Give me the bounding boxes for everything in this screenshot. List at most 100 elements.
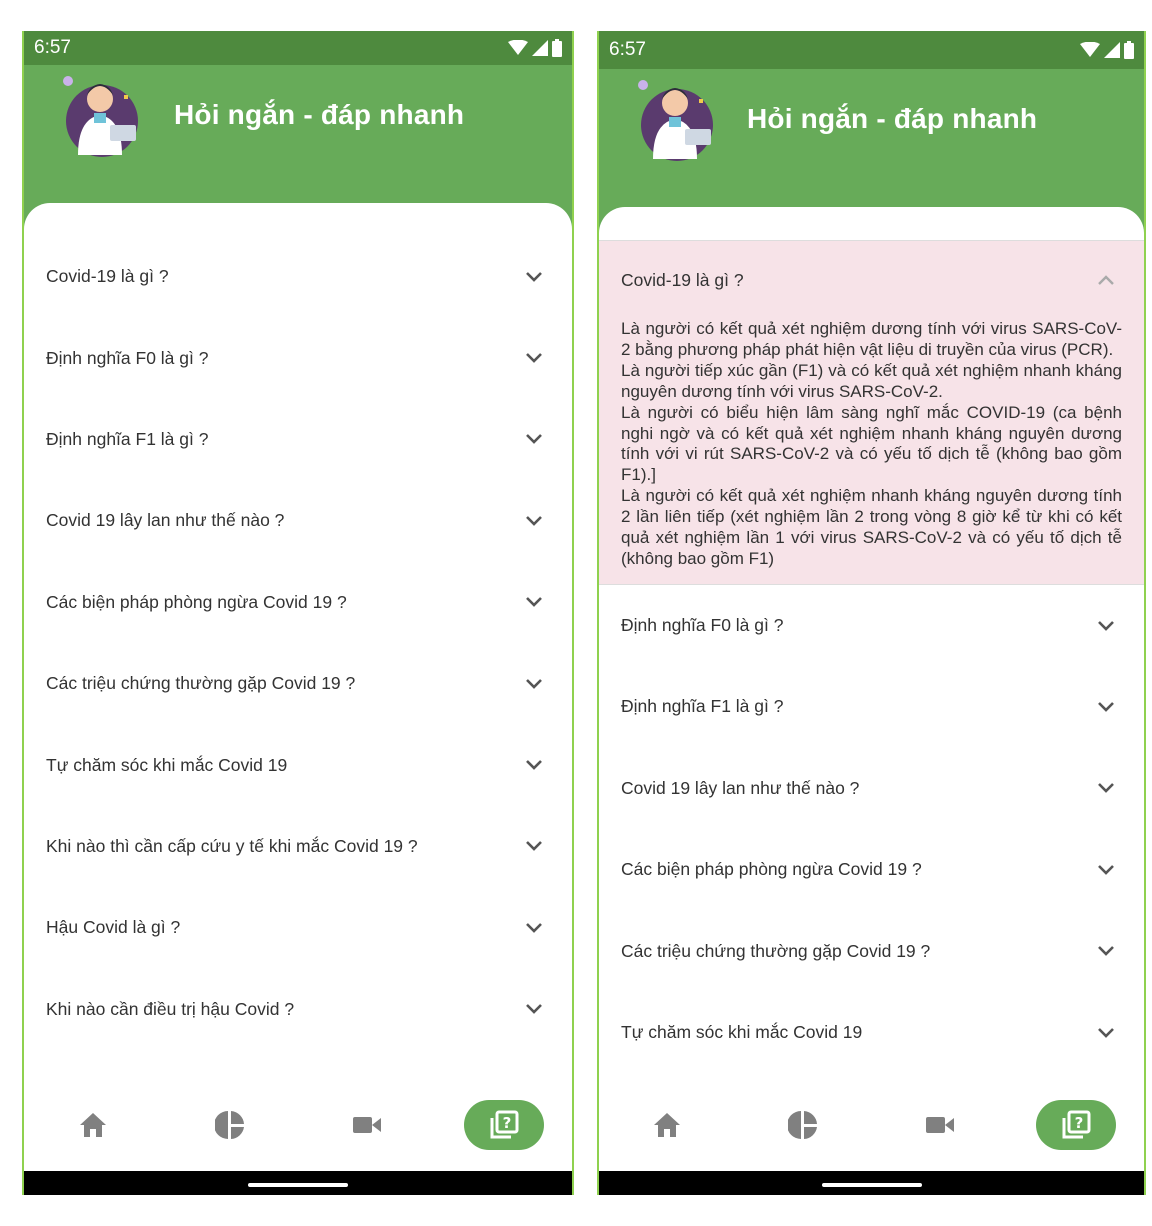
faq-answer: Là người có kết quả xét nghiệm dương tín… [599, 319, 1144, 584]
faq-question: Định nghĩa F1 là gì ? [621, 696, 784, 717]
chevron-up-icon [1098, 275, 1114, 285]
battery-icon [1124, 41, 1134, 59]
chevron-down-icon [526, 1004, 542, 1015]
faq-item[interactable]: Hậu Covid là gì ? [24, 887, 572, 968]
faq-question: Các biện pháp phòng ngừa Covid 19 ? [46, 591, 347, 612]
faq-question: Hậu Covid là gì ? [46, 917, 181, 938]
faq-question: Covid-19 là gì ? [46, 266, 169, 287]
faq-item[interactable]: Covid 19 lây lan như thế nào ? [599, 748, 1144, 829]
faq-panel: Covid-19 là gì ? Định nghĩa F0 là gì ? Đ… [24, 203, 572, 1171]
faq-item[interactable]: Định nghĩa F0 là gì ? [24, 317, 572, 398]
bottom-nav: ? [24, 1079, 572, 1171]
chevron-down-icon [1098, 1027, 1114, 1038]
gesture-bar [24, 1171, 572, 1195]
chevron-down-icon [526, 353, 542, 363]
nav-video-button[interactable] [327, 1100, 407, 1150]
faq-item[interactable]: Tự chăm sóc khi mắc Covid 19 [599, 992, 1144, 1073]
home-indicator[interactable] [248, 1183, 348, 1187]
signal-icon [532, 40, 548, 56]
home-icon [654, 1113, 681, 1137]
chevron-down-icon [526, 841, 542, 852]
battery-icon [552, 39, 562, 57]
faq-item[interactable]: Các triệu chứng thường gặp Covid 19 ? [599, 910, 1144, 991]
nav-home-button[interactable] [627, 1100, 707, 1150]
status-time: 6:57 [609, 39, 646, 60]
question-cards-icon: ? [1062, 1110, 1091, 1139]
faq-item[interactable]: Định nghĩa F1 là gì ? [24, 399, 572, 480]
chevron-down-icon [526, 434, 542, 445]
faq-item[interactable]: Các biện pháp phòng ngừa Covid 19 ? [599, 829, 1144, 910]
video-camera-icon [352, 1117, 381, 1133]
faq-question: Tự chăm sóc khi mắc Covid 19 [621, 1022, 863, 1043]
chevron-down-icon [526, 597, 542, 608]
faq-question: Khi nào cần điều trị hậu Covid ? [46, 998, 295, 1019]
faq-question: Covid-19 là gì ? [621, 269, 744, 290]
faq-list: Covid-19 là gì ? Là người có kết quả xét… [599, 240, 1144, 1073]
nav-video-button[interactable] [900, 1100, 980, 1150]
faq-item[interactable]: Định nghĩa F0 là gì ? [599, 585, 1144, 666]
faq-question: Định nghĩa F0 là gì ? [46, 347, 209, 368]
gesture-bar [599, 1171, 1144, 1195]
faq-item[interactable]: Tự chăm sóc khi mắc Covid 19 [24, 724, 572, 805]
faq-item[interactable]: Khi nào thì cần cấp cứu y tế khi mắc Cov… [24, 806, 572, 887]
faq-panel: Covid-19 là gì ? Là người có kết quả xét… [599, 207, 1144, 1171]
answer-paragraph: Là người có biểu hiện lâm sàng nghĩ mắc … [621, 402, 1122, 485]
faq-question: Covid 19 lây lan như thế nào ? [46, 510, 285, 531]
doctor-avatar-icon [63, 76, 138, 157]
faq-item-expanded: Covid-19 là gì ? Là người có kết quả xét… [599, 240, 1144, 585]
answer-paragraph: Là người có kết quả xét nghiệm nhanh khá… [621, 486, 1122, 568]
nav-faq-button[interactable]: ? [463, 1100, 544, 1150]
faq-item[interactable]: Khi nào cần điều trị hậu Covid ? [24, 969, 572, 1050]
chevron-down-icon [1098, 620, 1114, 631]
status-time: 6:57 [34, 37, 71, 58]
answer-paragraph: Là người có kết quả xét nghiệm dương tín… [621, 319, 1122, 359]
page-title: Hỏi ngắn - đáp nhanh [747, 103, 1038, 134]
faq-item[interactable]: Covid 19 lây lan như thế nào ? [24, 480, 572, 561]
video-camera-icon [925, 1117, 954, 1133]
home-indicator[interactable] [821, 1183, 922, 1187]
nav-stats-button[interactable] [763, 1100, 843, 1150]
pie-chart-icon [788, 1111, 818, 1139]
chevron-down-icon [1098, 946, 1114, 956]
chevron-down-icon [1098, 783, 1114, 794]
chevron-down-icon [1098, 864, 1114, 875]
faq-item[interactable]: Định nghĩa F1 là gì ? [599, 666, 1144, 747]
wifi-icon [1080, 42, 1100, 57]
nav-faq-button[interactable]: ? [1035, 1100, 1116, 1150]
pie-chart-icon [214, 1111, 244, 1139]
faq-question: Các biện pháp phòng ngừa Covid 19 ? [621, 859, 922, 880]
nav-stats-button[interactable] [190, 1100, 270, 1150]
phone-screen-left: 6:57 Hỏi ngắn - đáp nhanh Covid-19 là gì… [22, 31, 574, 1195]
svg-text:?: ? [502, 1114, 511, 1132]
nav-home-button[interactable] [53, 1100, 133, 1150]
faq-list: Covid-19 là gì ? Định nghĩa F0 là gì ? Đ… [24, 236, 572, 1050]
chevron-down-icon [526, 515, 542, 526]
doctor-avatar-icon [638, 80, 713, 161]
faq-item[interactable]: Các biện pháp phòng ngừa Covid 19 ? [24, 562, 572, 643]
page-title: Hỏi ngắn - đáp nhanh [174, 99, 465, 130]
bottom-nav: ? [599, 1079, 1144, 1171]
faq-question: Định nghĩa F1 là gì ? [46, 428, 209, 449]
chevron-down-icon [526, 271, 542, 282]
svg-text:?: ? [1075, 1114, 1084, 1132]
chevron-down-icon [526, 922, 542, 933]
faq-question: Các triệu chứng thường gặp Covid 19 ? [46, 673, 356, 694]
answer-paragraph: Là người tiếp xúc gần (F1) và có kết quả… [621, 360, 1122, 401]
chevron-down-icon [526, 678, 542, 689]
faq-item[interactable]: Covid-19 là gì ? [24, 236, 572, 317]
faq-question: Tự chăm sóc khi mắc Covid 19 [46, 754, 288, 775]
question-cards-icon: ? [490, 1110, 518, 1139]
faq-question: Khi nào thì cần cấp cứu y tế khi mắc Cov… [46, 835, 418, 856]
chevron-down-icon [526, 760, 542, 770]
chevron-down-icon [1098, 702, 1114, 712]
faq-item[interactable]: Các triệu chứng thường gặp Covid 19 ? [24, 643, 572, 724]
faq-question: Covid 19 lây lan như thế nào ? [621, 777, 860, 798]
faq-item-header[interactable]: Covid-19 là gì ? [599, 241, 1144, 319]
signal-icon [1104, 42, 1120, 58]
faq-question: Định nghĩa F0 là gì ? [621, 615, 784, 636]
home-icon [79, 1113, 106, 1137]
status-bar: 6:57 [599, 31, 1144, 69]
wifi-icon [508, 40, 528, 55]
status-bar: 6:57 [24, 31, 572, 65]
faq-question: Các triệu chứng thường gặp Covid 19 ? [621, 940, 931, 961]
